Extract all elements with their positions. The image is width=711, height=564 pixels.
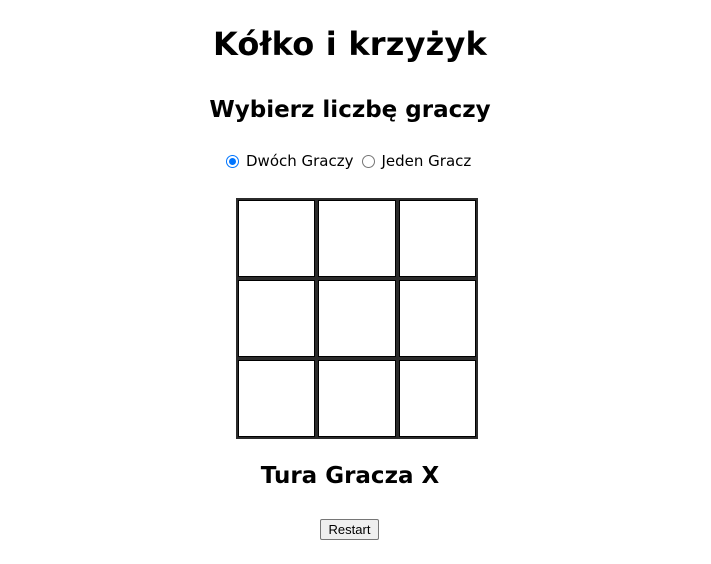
- one-player-option[interactable]: Jeden Gracz: [361, 152, 472, 170]
- game-title: Kółko i krzyżyk: [212, 25, 488, 63]
- one-player-radio[interactable]: [361, 154, 375, 168]
- board-cell-7[interactable]: [238, 360, 316, 437]
- two-players-radio[interactable]: [226, 154, 239, 168]
- board-cell-2[interactable]: [318, 200, 396, 277]
- board-cell-8[interactable]: [318, 360, 396, 437]
- board-cell-4[interactable]: [238, 280, 316, 357]
- player-count-heading: Wybierz liczbę graczy: [209, 97, 491, 123]
- two-players-label: Dwóch Graczy: [246, 152, 354, 170]
- one-player-label: Jeden Gracz: [381, 152, 472, 170]
- turn-status: Tura Gracza X: [260, 463, 440, 489]
- two-players-option[interactable]: Dwóch Graczy: [226, 152, 354, 170]
- board-cell-5[interactable]: [318, 280, 396, 357]
- board-cell-3[interactable]: [398, 200, 476, 277]
- board-cell-9[interactable]: [398, 360, 476, 437]
- game-board: [236, 198, 478, 439]
- board-cell-6[interactable]: [398, 280, 476, 357]
- board-cell-1[interactable]: [238, 200, 316, 277]
- player-mode-selector: Dwóch Graczy Jeden Gracz: [226, 150, 471, 172]
- restart-button[interactable]: Restart: [320, 519, 379, 540]
